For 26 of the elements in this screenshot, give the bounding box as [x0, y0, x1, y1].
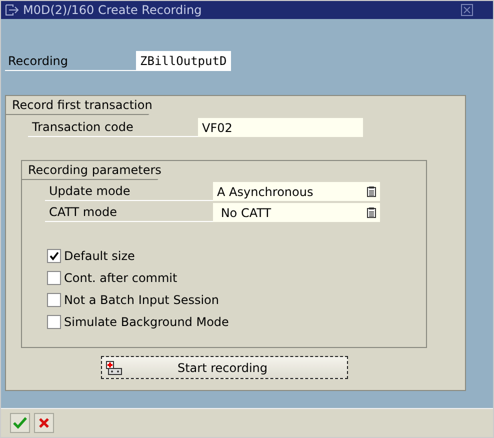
recorder-icon — [106, 360, 122, 374]
recording-field[interactable]: ZBillOutputD — [136, 51, 231, 71]
dropdown-field[interactable]: No CATT — [213, 203, 380, 222]
checkbox-label: Not a Batch Input Session — [64, 293, 219, 307]
checkbox[interactable] — [47, 271, 61, 285]
checkmark-icon — [13, 417, 27, 429]
window-icon — [5, 4, 19, 16]
field-label: Update mode — [45, 182, 213, 201]
list-icon[interactable] — [367, 207, 376, 218]
checkbox[interactable] — [47, 249, 61, 263]
close-icon[interactable] — [461, 4, 473, 16]
window-title: M0D(2)/160 Create Recording — [23, 3, 203, 17]
checkbox[interactable] — [47, 315, 61, 329]
start-recording-button[interactable]: Start recording — [101, 356, 348, 379]
field-label: CATT mode — [45, 203, 213, 222]
dropdown-field[interactable]: A Asynchronous — [213, 182, 380, 201]
cancel-button[interactable] — [34, 413, 54, 433]
checkbox[interactable] — [47, 293, 61, 307]
checkbox-label: Cont. after commit — [64, 271, 178, 285]
confirm-button[interactable] — [10, 413, 30, 433]
list-icon[interactable] — [367, 186, 376, 197]
checkbox-label: Simulate Background Mode — [64, 315, 229, 329]
field-label: Transaction code — [28, 118, 198, 137]
cross-icon — [38, 417, 50, 429]
checkbox-label: Default size — [64, 249, 135, 263]
transaction-code-field[interactable]: VF02 — [198, 118, 363, 137]
